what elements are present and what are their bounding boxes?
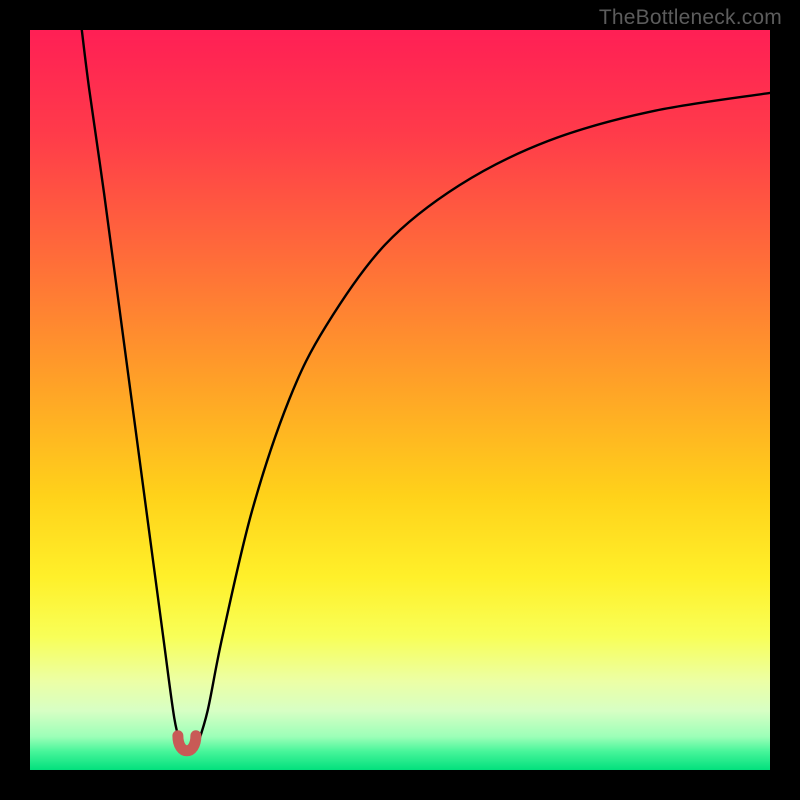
left-branch-curve [82,30,182,748]
plot-area [30,30,770,770]
chart-frame: TheBottleneck.com [0,0,800,800]
right-branch-curve [197,93,771,748]
dip-marker-icon [178,736,196,751]
curve-layer [30,30,770,770]
watermark-text: TheBottleneck.com [599,6,782,30]
